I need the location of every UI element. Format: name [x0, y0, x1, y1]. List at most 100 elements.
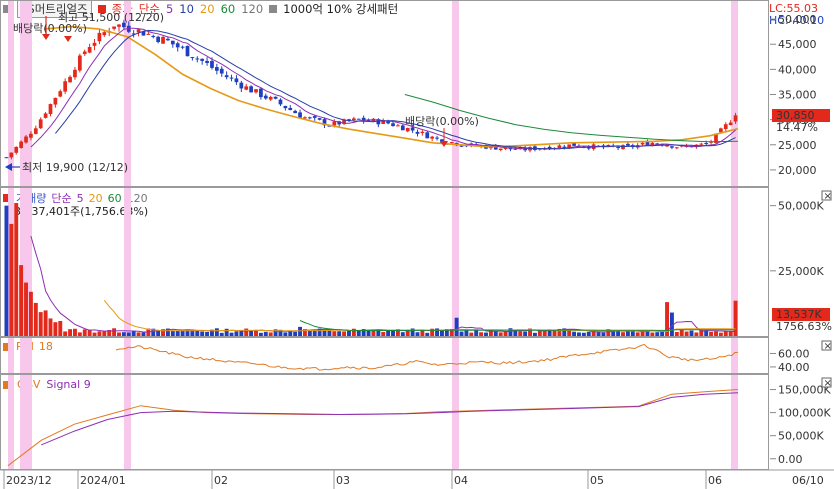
volume-bar	[532, 332, 537, 336]
volume-bar	[244, 328, 249, 336]
close-obv-button[interactable]: ×	[821, 377, 832, 389]
candle-body	[616, 147, 620, 149]
volume-pct-text: 1756.63%	[776, 320, 832, 333]
candle-body	[195, 58, 200, 60]
highlight-band	[452, 0, 459, 470]
volume-bar	[14, 203, 19, 336]
annotation-low: 최저 19,900 (12/12)	[5, 161, 128, 174]
candle-body	[180, 46, 185, 48]
candle-body	[415, 131, 420, 134]
volume-bar	[484, 332, 488, 336]
candle-body	[723, 124, 728, 130]
volume-bar	[577, 332, 581, 336]
volume-bar	[307, 330, 312, 336]
volume-bar	[263, 331, 268, 336]
price-tick-label: 50,000	[778, 13, 817, 26]
candle-body	[278, 99, 283, 105]
volume-bar	[381, 331, 386, 336]
volume-bar	[630, 331, 635, 336]
volume-bar	[459, 331, 464, 336]
volume-bar	[298, 326, 303, 336]
volume-bar	[679, 329, 684, 336]
volume-bar	[258, 332, 263, 336]
volume-bar	[121, 332, 126, 336]
rsi-tick-label: 60.00	[778, 347, 810, 360]
volume-bar	[572, 331, 577, 336]
volume-tick-label: 25,000K	[778, 265, 824, 278]
volume-bar	[684, 331, 689, 336]
candle-body	[102, 32, 107, 36]
volume-bar	[58, 320, 63, 336]
volume-bar	[469, 332, 474, 336]
candle-body	[430, 136, 435, 139]
candle-body	[268, 96, 273, 100]
volume-bar	[650, 332, 655, 336]
volume-bar	[581, 332, 586, 336]
candle-body	[254, 89, 258, 93]
ma10-line	[55, 29, 736, 150]
volume-bar	[425, 332, 430, 336]
obv-pane	[0, 374, 769, 470]
volume-bar	[9, 223, 14, 336]
close-icon: ×	[824, 378, 832, 389]
candle-body	[670, 146, 674, 148]
candle-body	[674, 147, 679, 149]
volume-bar	[195, 331, 200, 336]
volume-bar	[72, 328, 77, 336]
candle-body	[48, 104, 53, 114]
candle-body	[298, 112, 302, 118]
volume-bar	[48, 318, 53, 336]
candle-body	[249, 86, 253, 93]
candle-body	[82, 51, 87, 55]
date-label: 05	[590, 474, 604, 487]
obv-tick-label: 0.00	[778, 453, 803, 466]
signal-line	[41, 392, 739, 446]
volume-bar	[117, 332, 121, 336]
candle-body	[19, 141, 23, 148]
candle-body	[293, 110, 298, 114]
candle-body	[77, 55, 82, 71]
candle-body	[190, 57, 195, 59]
volume-bar	[718, 332, 723, 336]
candle-body	[175, 43, 180, 48]
rsi-line	[115, 343, 739, 371]
volume-bar	[136, 332, 141, 336]
volume-bar	[229, 332, 234, 336]
candle-body	[699, 143, 704, 145]
candle-body	[234, 78, 239, 83]
volume-bar	[430, 328, 435, 336]
date-label: 2024/01	[80, 474, 126, 487]
candle-body	[58, 91, 63, 97]
dividend-arrow-icon	[64, 36, 72, 42]
candle-body	[332, 121, 337, 126]
candle-body	[29, 133, 33, 138]
volume-bar	[205, 331, 210, 336]
candle-body	[4, 157, 9, 159]
volume-layer	[4, 203, 738, 336]
candle-body	[97, 32, 102, 42]
volume-bar	[709, 331, 714, 336]
candle-body	[170, 40, 175, 45]
volume-bar	[219, 332, 224, 336]
volume-bar	[332, 331, 337, 336]
volume-bar	[523, 331, 528, 336]
volume-bar	[234, 331, 239, 336]
close-volume-button[interactable]: ×	[821, 190, 832, 202]
obv-tick-label: 100,000K	[778, 407, 831, 420]
volume-bar	[439, 330, 444, 336]
candle-body	[356, 118, 361, 120]
date-label: 06	[708, 474, 722, 487]
close-rsi-button[interactable]: ×	[821, 340, 832, 352]
volume-bar	[435, 328, 440, 336]
volume-bar	[63, 331, 68, 336]
price-tick-label: 45,000	[778, 38, 817, 51]
stock-chart[interactable]: 50,00045,00040,00035,00030,00025,00020,0…	[0, 0, 834, 489]
volume-bar	[102, 331, 107, 336]
volume-bar	[347, 330, 351, 336]
date-label: 2023/12	[6, 474, 52, 487]
candle-body	[63, 81, 68, 92]
close-icon: ×	[824, 191, 832, 202]
volume-bar	[214, 328, 219, 336]
volume-bar	[126, 332, 131, 336]
candle-body	[640, 142, 645, 145]
